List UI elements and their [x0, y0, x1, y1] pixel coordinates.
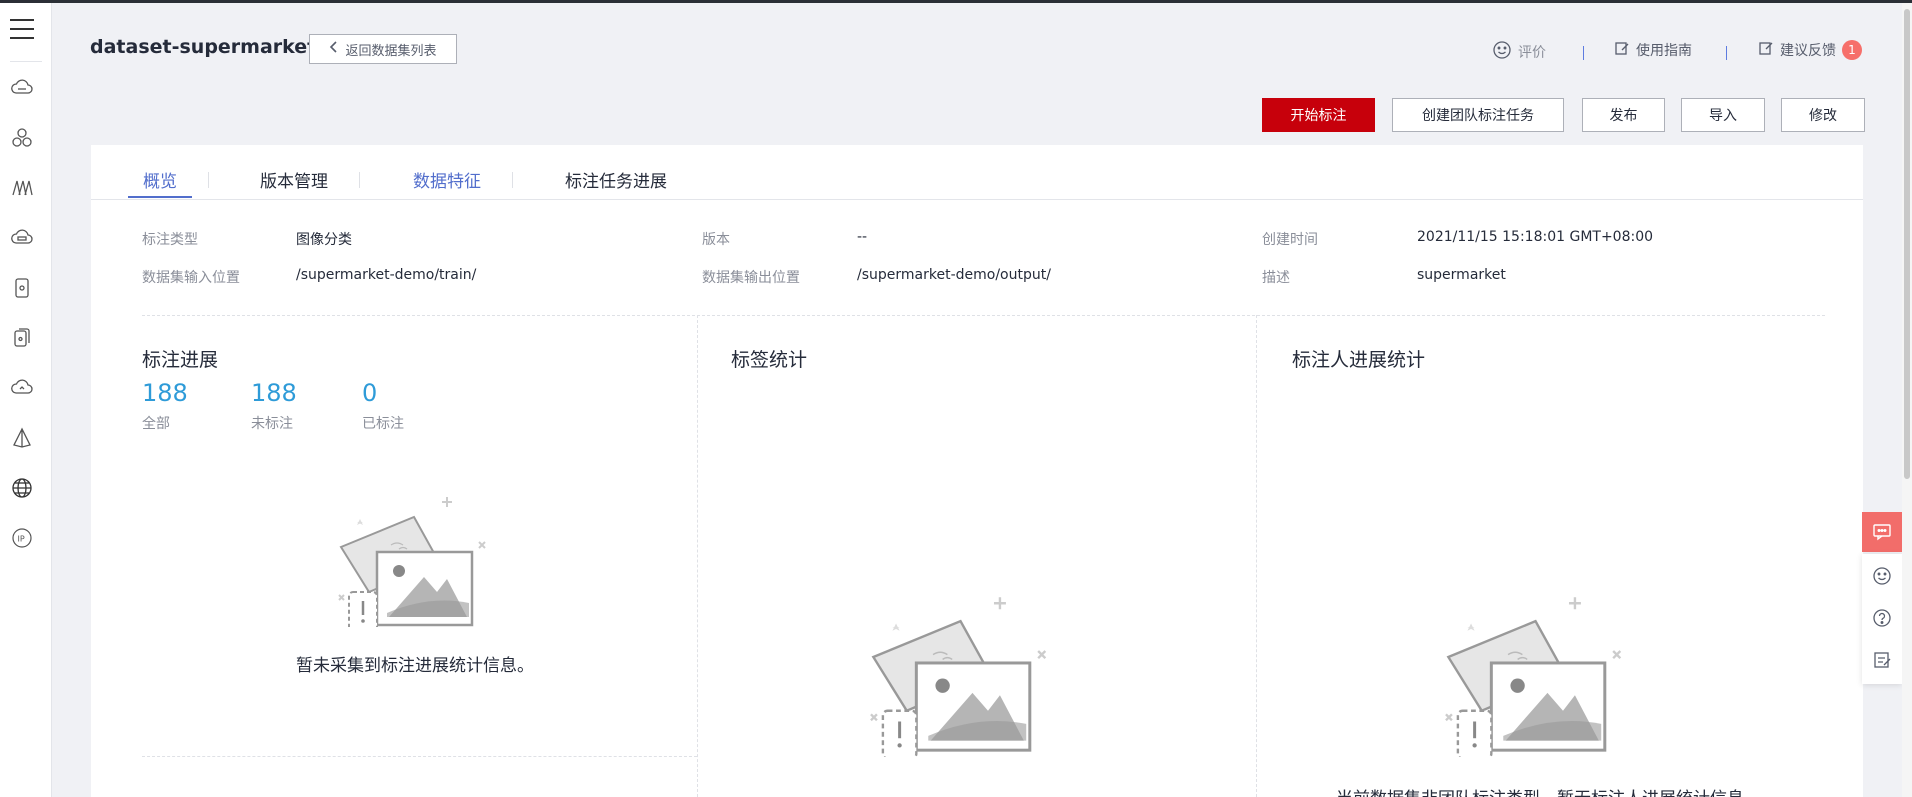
feedback-form-icon[interactable] — [1872, 650, 1892, 670]
empty-state-illustration — [338, 497, 486, 627]
empty-state-illustration — [1445, 597, 1622, 757]
pyramid-icon[interactable] — [10, 426, 34, 450]
column-divider — [697, 315, 698, 797]
start-labeling-button[interactable]: 开始标注 — [1262, 98, 1375, 132]
page-scrollbar[interactable] — [1902, 3, 1912, 797]
user-guide-link[interactable]: 使用指南 — [1614, 40, 1692, 60]
globe-icon[interactable] — [10, 476, 34, 500]
stat-total-value: 188 — [142, 379, 188, 407]
hamburger-menu-icon[interactable] — [10, 19, 34, 43]
description-label: 描述 — [1262, 270, 1290, 286]
input-location-label: 数据集输入位置 — [142, 270, 240, 286]
empty-state-illustration — [870, 597, 1047, 757]
label-type-value: 图像分类 — [296, 232, 352, 248]
header-divider — [1583, 46, 1584, 60]
progress-empty-message: 暂未采集到标注进展统计信息。 — [296, 656, 534, 676]
tab-task-progress[interactable]: 标注任务进展 — [565, 167, 667, 192]
import-button[interactable]: 导入 — [1681, 98, 1765, 132]
annotator-stats-title: 标注人进展统计 — [1292, 349, 1426, 371]
header-divider — [1726, 46, 1727, 60]
version-label: 版本 — [702, 232, 730, 248]
label-stats-title: 标签统计 — [731, 349, 808, 371]
left-nav-rail: IP — [0, 3, 52, 797]
scrollbar-thumb[interactable] — [1904, 9, 1910, 479]
feedback-link[interactable]: 建议反馈 1 — [1758, 40, 1862, 60]
back-to-list-button[interactable]: 返回数据集列表 — [309, 34, 457, 64]
dataset-detail-panel: 概览 版本管理 数据特征 标注任务进展 标注类型 图像分类 版本 -- 创建时间… — [91, 145, 1863, 797]
tab-divider — [208, 172, 209, 188]
tab-bar: 概览 版本管理 数据特征 标注任务进展 — [91, 145, 1863, 200]
cloud-storage-icon[interactable] — [10, 76, 34, 100]
create-team-task-button[interactable]: 创建团队标注任务 — [1392, 98, 1564, 132]
smiley-icon — [1492, 40, 1512, 64]
active-tab-underline — [128, 196, 192, 198]
rate-link[interactable]: 评价 — [1492, 40, 1546, 64]
stat-total-label: 全部 — [142, 416, 170, 432]
progress-title: 标注进展 — [142, 349, 219, 371]
section-divider — [142, 756, 697, 757]
user-guide-label: 使用指南 — [1636, 43, 1692, 59]
service-smiley-icon[interactable] — [1872, 566, 1892, 586]
publish-button[interactable]: 发布 — [1582, 98, 1665, 132]
tab-data-features[interactable]: 数据特征 — [413, 167, 481, 192]
tab-divider — [512, 172, 513, 188]
input-location-value[interactable]: /supermarket-demo/train/ — [296, 267, 476, 283]
stat-labeled-value: 0 — [362, 379, 378, 407]
feedback-count-badge: 1 — [1842, 40, 1862, 60]
edit-button[interactable]: 修改 — [1781, 98, 1865, 132]
top-border — [0, 0, 1912, 3]
description-value: supermarket — [1417, 267, 1506, 283]
feedback-edit-icon — [1758, 40, 1774, 60]
svg-text:IP: IP — [18, 535, 25, 544]
stat-unlabeled-label: 未标注 — [251, 416, 293, 432]
chat-float-button[interactable] — [1862, 512, 1902, 552]
created-time-value: 2021/11/15 15:18:01 GMT+08:00 — [1417, 229, 1654, 245]
ip-icon[interactable]: IP — [10, 526, 34, 550]
tab-overview[interactable]: 概览 — [143, 167, 177, 192]
tab-versions[interactable]: 版本管理 — [260, 167, 328, 192]
page-title: dataset-supermarket — [90, 36, 317, 58]
back-button-label: 返回数据集列表 — [345, 43, 437, 59]
cloud-service-icon[interactable] — [10, 226, 34, 250]
label-type-label: 标注类型 — [142, 232, 198, 248]
cluster-icon[interactable] — [10, 126, 34, 150]
version-value: -- — [857, 229, 868, 245]
output-location-label: 数据集输出位置 — [702, 270, 800, 286]
rail-divider — [10, 61, 42, 62]
device-icon[interactable] — [10, 276, 34, 300]
tab-divider — [359, 172, 360, 188]
chevron-left-icon — [329, 41, 339, 57]
model-icon[interactable] — [10, 176, 34, 200]
rate-label: 评价 — [1518, 45, 1546, 61]
help-icon[interactable] — [1872, 608, 1892, 628]
copy-device-icon[interactable] — [10, 326, 34, 350]
cloud-sync-icon[interactable] — [10, 376, 34, 400]
stat-labeled-label: 已标注 — [362, 416, 404, 432]
stat-unlabeled-value: 188 — [251, 379, 297, 407]
feedback-label: 建议反馈 — [1780, 43, 1836, 59]
output-location-value[interactable]: /supermarket-demo/output/ — [857, 267, 1051, 283]
chat-icon — [1873, 524, 1891, 541]
section-divider — [142, 315, 1825, 316]
float-toolbar — [1862, 554, 1902, 684]
edit-doc-icon — [1614, 40, 1630, 60]
annotator-empty-message: 当前数据集非团队标注类型，暂无标注人进展统计信息 — [1336, 784, 1744, 797]
column-divider — [1256, 315, 1257, 797]
created-time-label: 创建时间 — [1262, 232, 1318, 248]
